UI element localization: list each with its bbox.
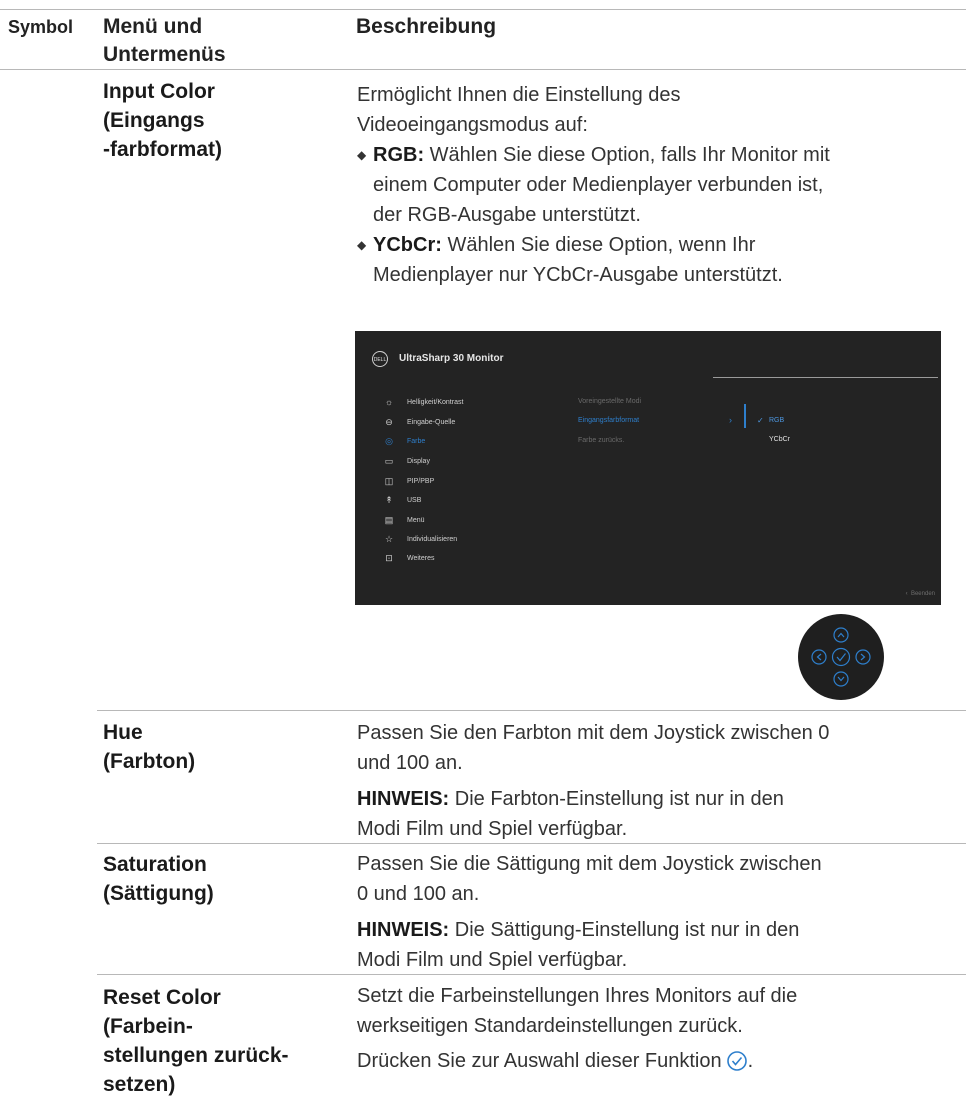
header-bottom-border bbox=[0, 69, 966, 70]
input-color-description: Ermöglicht Ihnen die Einstellung des Vid… bbox=[357, 80, 957, 290]
selection-bar bbox=[744, 404, 746, 428]
menu-icon: ▤ bbox=[384, 514, 394, 525]
display-icon: ▭ bbox=[384, 455, 394, 466]
joystick-arrows-icon bbox=[811, 627, 871, 687]
osd-item-personalize: ☆ Individualisieren bbox=[384, 533, 458, 544]
check-icon: ✓ bbox=[757, 416, 764, 425]
bullet-diamond-icon: ◆ bbox=[357, 148, 367, 162]
osd-footer: ‹ Beenden bbox=[905, 591, 935, 597]
osd-option-rgb: RGB bbox=[769, 417, 785, 424]
reset-color-instruction: Drücken Sie zur Auswahl dieser Funktion … bbox=[357, 1046, 957, 1076]
saturation-description: Passen Sie die Sättigung mit dem Joystic… bbox=[357, 853, 822, 905]
table-top-border bbox=[0, 9, 966, 10]
reset-color-description: Setzt die Farbeinstellungen Ihres Monito… bbox=[357, 985, 798, 1037]
reset-color-instruction-text: Drücken Sie zur Auswahl dieser Funktion bbox=[357, 1050, 722, 1072]
saturation-note: HINWEIS: Die Sättigung-Einstellung ist n… bbox=[357, 915, 957, 975]
chevron-left-icon: ‹ bbox=[905, 591, 908, 597]
osd-screenshot: DELL UltraSharp 30 Monitor ☼ Helligkeit/K… bbox=[355, 331, 941, 605]
hue-note-label: HINWEIS: bbox=[357, 788, 450, 810]
osd-item-pip: ◫ PIP/PBP bbox=[384, 475, 435, 486]
osd-title: UltraSharp 30 Monitor bbox=[399, 353, 504, 364]
osd-item-brightness: ☼ Helligkeit/Kontrast bbox=[384, 397, 464, 407]
other-icon: ⊡ bbox=[385, 552, 393, 563]
osd-item-color: ◎ Farbe bbox=[383, 433, 425, 449]
joystick-illustration bbox=[798, 614, 884, 700]
header-symbol: Symbol bbox=[8, 17, 74, 37]
osd-item-usb: ↟ USB bbox=[383, 492, 421, 508]
menu-input-color: Input Color (Eingangs -farbformat) bbox=[103, 80, 222, 161]
osd-sub-preset-modes: Voreingestellte Modi bbox=[578, 398, 642, 405]
menu-reset-color: Reset Color (Farbein- stellungen zurück-… bbox=[103, 986, 289, 1096]
osd-item-menu: ▤ Menü bbox=[384, 514, 425, 525]
osd-option-ycbcr: YCbCr bbox=[769, 436, 791, 443]
hue-description: Passen Sie den Farbton mit dem Joystick … bbox=[357, 722, 830, 774]
hue-note: HINWEIS: Die Farbton-Einstellung ist nur… bbox=[357, 784, 957, 844]
palette-icon: ◎ bbox=[385, 435, 393, 446]
dell-logo: DELL bbox=[372, 351, 388, 367]
osd-item-display: ▭ Display bbox=[384, 455, 430, 466]
header-menu: Menü und Untermenüs bbox=[103, 15, 226, 66]
bullet-ycbcr: ◆ YCbCr: Wählen Sie diese Option, wenn I… bbox=[357, 230, 957, 290]
chevron-right-icon: › bbox=[729, 415, 732, 425]
star-icon: ☆ bbox=[384, 533, 394, 544]
bullet-rgb-text: Wählen Sie diese Option, falls Ihr Monit… bbox=[373, 144, 830, 226]
bullet-ycbcr-term: YCbCr: bbox=[373, 234, 442, 256]
usb-icon: ↟ bbox=[385, 494, 393, 505]
bullet-rgb: ◆ RGB: Wählen Sie diese Option, falls Ih… bbox=[357, 140, 957, 230]
menu-saturation: Saturation (Sättigung) bbox=[103, 853, 214, 905]
osd-item-input-source: ⊖ Eingabe-Quelle bbox=[383, 414, 455, 430]
pip-icon: ◫ bbox=[384, 475, 394, 486]
row-hue-top-border bbox=[97, 710, 966, 711]
osd-title-line bbox=[713, 377, 938, 378]
period: . bbox=[747, 1050, 754, 1072]
input-source-icon: ⊖ bbox=[385, 416, 393, 427]
input-color-intro: Ermöglicht Ihnen die Einstellung des Vid… bbox=[357, 84, 681, 136]
menu-hue: Hue (Farbton) bbox=[103, 721, 196, 773]
row-reset-top-border bbox=[97, 974, 966, 975]
osd-sub-reset-color: Farbe zurücks. bbox=[578, 437, 625, 444]
bullet-rgb-term: RGB: bbox=[373, 144, 425, 166]
bullet-diamond-icon: ◆ bbox=[357, 238, 367, 252]
osd-item-others: ⊡ Weiteres bbox=[383, 550, 434, 566]
row-saturation-top-border bbox=[97, 843, 966, 844]
check-circle-icon bbox=[726, 1051, 747, 1071]
sun-icon: ☼ bbox=[384, 397, 394, 407]
saturation-note-label: HINWEIS: bbox=[357, 919, 450, 941]
header-description: Beschreibung bbox=[356, 15, 497, 38]
osd-sub-input-color-format: Eingangsfarbformat bbox=[578, 417, 640, 424]
